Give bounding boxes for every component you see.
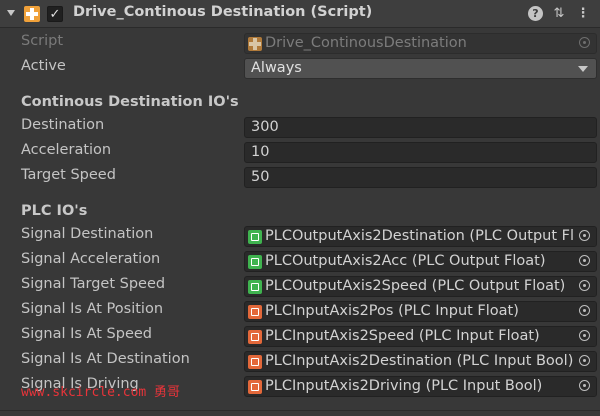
plc-output-icon [248, 255, 262, 269]
signal-label: Signal Destination [21, 226, 154, 242]
signal-is-at-destination-field[interactable]: PLCInputAxis2Destination (PLC Input Bool… [244, 351, 597, 372]
signal-value: PLCInputAxis2Speed (PLC Input Float) [265, 328, 540, 344]
plc-output-icon [248, 280, 262, 294]
target-speed-input[interactable]: 50 [244, 167, 597, 188]
signal-value: PLCInputAxis2Pos (PLC Input Float) [265, 303, 519, 319]
signal-value: PLCInputAxis2Destination (PLC Input Bool… [265, 353, 574, 369]
script-value: Drive_ContinousDestination [265, 35, 467, 51]
section-header-io: Continous Destination IO's [21, 94, 239, 110]
signal-is-driving-field[interactable]: PLCInputAxis2Driving (PLC Input Bool) [244, 376, 597, 397]
object-picker-icon[interactable] [574, 302, 596, 321]
active-dropdown[interactable]: Always [244, 58, 597, 79]
script-field: Drive_ContinousDestination [244, 33, 597, 54]
field-label-target-speed: Target Speed [21, 167, 116, 183]
signal-label: Signal Acceleration [21, 251, 161, 267]
component-header[interactable]: ✓ Drive_Continous Destination (Script) ?… [0, 0, 600, 28]
plc-output-icon [248, 230, 262, 244]
dropdown-arrow-icon [578, 66, 588, 72]
component-title: Drive_Continous Destination (Script) [73, 4, 373, 20]
signal-target-speed-field[interactable]: PLCOutputAxis2Speed (PLC Output Float) [244, 276, 597, 297]
acceleration-input[interactable]: 10 [244, 142, 597, 163]
more-icon[interactable]: ⋮ [574, 5, 592, 23]
signal-value: PLCInputAxis2Driving (PLC Input Bool) [265, 378, 543, 394]
signal-is-at-position-field[interactable]: PLCInputAxis2Pos (PLC Input Float) [244, 301, 597, 322]
watermark-text: www.skcircle.com 勇哥 [21, 385, 181, 400]
component-icon [24, 6, 40, 22]
field-label-destination: Destination [21, 117, 105, 133]
component-enabled-checkbox[interactable]: ✓ [47, 6, 63, 22]
object-picker-icon[interactable] [574, 377, 596, 396]
plc-input-icon [248, 305, 262, 319]
section-header-plc: PLC IO's [21, 203, 88, 219]
divider [0, 410, 600, 411]
script-icon [248, 37, 262, 51]
object-picker-icon[interactable] [574, 327, 596, 346]
preset-icon[interactable]: ⇅ [550, 5, 568, 23]
object-picker-icon[interactable] [574, 277, 596, 296]
signal-is-at-speed-field[interactable]: PLCInputAxis2Speed (PLC Input Float) [244, 326, 597, 347]
signal-acceleration-field[interactable]: PLCOutputAxis2Acc (PLC Output Float) [244, 251, 597, 272]
active-label: Active [21, 58, 66, 74]
foldout-arrow-icon[interactable] [7, 10, 15, 16]
object-picker-icon [574, 34, 596, 53]
signal-label: Signal Is At Destination [21, 351, 190, 367]
object-picker-icon[interactable] [574, 227, 596, 246]
field-label-acceleration: Acceleration [21, 142, 112, 158]
destination-input[interactable]: 300 [244, 117, 597, 138]
signal-label: Signal Is At Speed [21, 326, 153, 342]
signal-value: PLCOutputAxis2Destination (PLC Output Fl [265, 228, 574, 244]
object-picker-icon[interactable] [574, 252, 596, 271]
plc-input-icon [248, 330, 262, 344]
signal-label: Signal Target Speed [21, 276, 166, 292]
plc-input-icon [248, 380, 262, 394]
signal-label: Signal Is At Position [21, 301, 164, 317]
signal-value: PLCOutputAxis2Speed (PLC Output Float) [265, 278, 566, 294]
signal-destination-field[interactable]: PLCOutputAxis2Destination (PLC Output Fl [244, 226, 597, 247]
help-icon[interactable]: ? [528, 6, 543, 21]
object-picker-icon[interactable] [574, 352, 596, 371]
active-dropdown-value: Always [251, 60, 302, 76]
script-label: Script [21, 33, 64, 49]
plc-input-icon [248, 355, 262, 369]
signal-value: PLCOutputAxis2Acc (PLC Output Float) [265, 253, 546, 269]
